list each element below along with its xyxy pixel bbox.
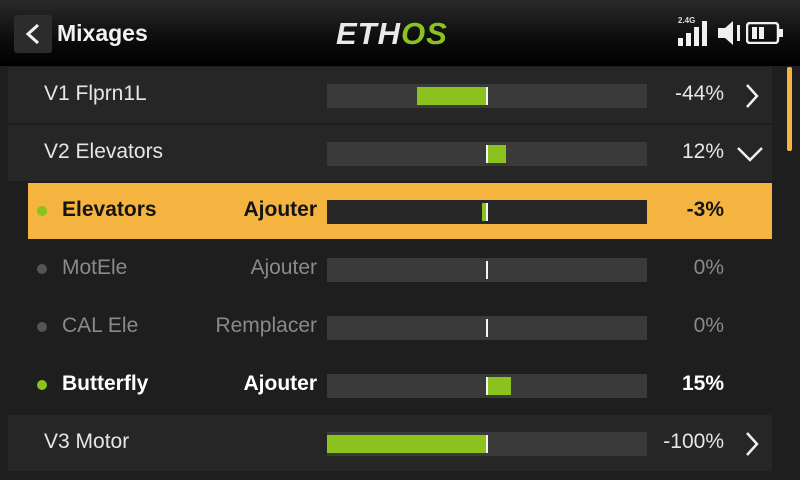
back-button[interactable] [14,15,52,53]
bar-center-mark [486,319,488,337]
chevron-right-icon[interactable] [742,431,762,457]
line-operation: Ajouter [243,372,318,395]
mix-level-fill [327,435,487,453]
mix-line-cal-ele[interactable]: CAL Ele Remplacer 0% [28,299,772,355]
mix-list: V1 Flprn1L -44% V2 Elevators 12% Elevato… [0,67,800,480]
mix-level-fill [487,145,507,163]
speaker-icon [718,21,740,45]
line-level-fill [487,377,511,395]
chevron-down-icon[interactable] [736,145,764,163]
mix-value: -100% [663,430,724,453]
line-value: 0% [693,256,724,279]
battery-icon [746,22,783,44]
bar-center-mark [486,377,488,395]
logo-os: OS [401,16,448,51]
logo-eth: ETH [336,16,401,51]
mix-line-butterfly[interactable]: Butterfly Ajouter 15% [28,357,772,413]
header-bar: Mixages ETHOS 2.4G [0,0,800,66]
mix-level-bar [327,84,647,108]
line-value: 0% [693,314,724,337]
line-value: -3% [686,198,724,221]
bar-center-mark [486,203,488,221]
chevron-right-icon[interactable] [742,83,762,109]
bar-center-mark [486,145,488,163]
line-level-bar [327,258,647,282]
page-title: Mixages [57,20,148,46]
mix-value: -44% [674,82,724,105]
bar-center-mark [486,87,488,105]
mix-row-v2[interactable]: V2 Elevators 12% [8,125,772,181]
bar-center-mark [486,261,488,279]
inactive-dot [37,322,47,332]
scrollbar[interactable] [787,67,792,151]
line-label: MotEle [62,256,128,279]
bar-center-mark [486,435,488,453]
mix-value: 12% [681,140,724,163]
status-icons: 2.4G [676,16,792,48]
line-value: 15% [681,372,724,395]
line-operation: Ajouter [250,256,317,279]
line-label: CAL Ele [62,314,139,337]
line-level-bar [327,316,647,340]
mix-level-bar [327,142,647,166]
signal-bars-icon [678,21,707,46]
mix-row-v1[interactable]: V1 Flprn1L -44% [8,67,772,123]
mix-row-v3[interactable]: V3 Motor -100% [8,415,772,471]
chevron-left-icon [25,23,40,45]
active-dot [37,380,47,390]
mix-label: V1 Flprn1L [44,82,147,105]
line-label: Butterfly [62,372,149,395]
mix-line-motele[interactable]: MotEle Ajouter 0% [28,241,772,297]
mix-line-elevators[interactable]: Elevators Ajouter -3% [28,183,772,239]
inactive-dot [37,264,47,274]
ethos-logo: ETHOS [336,16,448,52]
line-label: Elevators [62,198,157,221]
line-operation: Remplacer [215,314,317,337]
active-dot [37,206,47,216]
line-operation: Ajouter [243,198,318,221]
mix-label: V2 Elevators [44,140,164,163]
mix-level-fill [416,87,487,105]
line-level-bar [327,374,647,398]
mix-label: V3 Motor [44,430,130,453]
line-level-bar [327,200,647,224]
mix-level-bar [327,432,647,456]
